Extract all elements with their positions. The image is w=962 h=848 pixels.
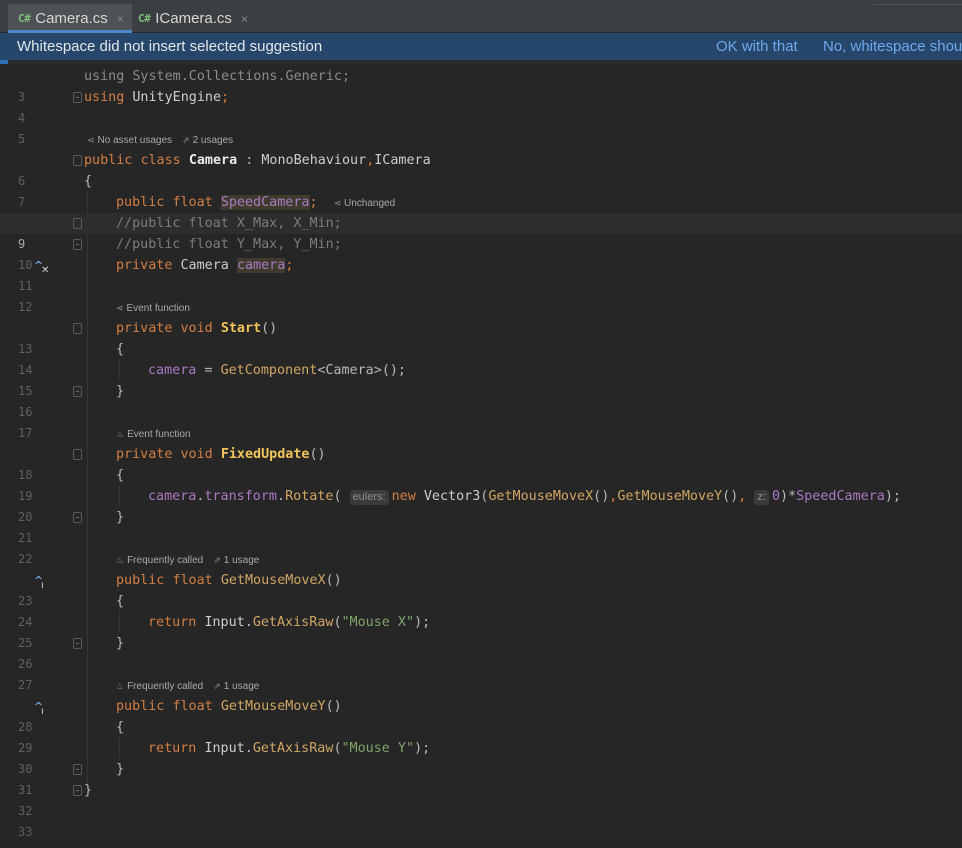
- tab-icamera-cs[interactable]: C# ICamera.cs ×: [128, 4, 256, 33]
- code-line: 18 private void FixedUpdate(): [0, 444, 962, 482]
- csharp-file-icon: C#: [18, 12, 31, 25]
- code-text: using System.Collections.Generic;: [84, 69, 351, 84]
- usages-icon: ⇗: [213, 555, 221, 565]
- line-number: 5: [18, 132, 26, 146]
- editor-tab-bar: C# Camera.cs × C# ICamera.cs ×: [0, 0, 962, 33]
- fold-marker[interactable]: [73, 386, 82, 397]
- usages-icon: ⇗: [213, 681, 221, 691]
- code-line: 4 using UnityEngine;: [0, 87, 962, 125]
- code-line: 3 using System.Collections.Generic;: [0, 66, 962, 104]
- fold-marker[interactable]: [73, 218, 82, 229]
- code-line: 10 //public float Y_Max, Y_Min;: [0, 234, 962, 272]
- code-line: 14 {: [0, 339, 962, 377]
- fold-marker[interactable]: [73, 449, 82, 460]
- code-line: 13 private void Start(): [0, 318, 962, 356]
- line-number: 17: [18, 426, 33, 440]
- close-icon[interactable]: ×: [241, 12, 248, 26]
- flame-icon: ♨: [116, 555, 125, 565]
- fold-marker[interactable]: [73, 155, 82, 166]
- unity-icon: ⋖: [333, 198, 342, 208]
- code-line: 15 camera = GetComponent<Camera>();: [0, 360, 962, 398]
- code-line: 8 public float SpeedCamera; ⋖ Unchanged: [0, 192, 962, 230]
- code-line: 17: [0, 402, 962, 440]
- code-line: 29 {: [0, 717, 962, 755]
- parameter-hint: eulers:: [349, 490, 389, 505]
- banner-message: Whitespace did not insert selected sugge…: [17, 38, 323, 55]
- code-line: 33: [0, 801, 962, 839]
- code-line: 28 ^ ı public float GetMouseMoveY(): [0, 696, 962, 734]
- code-vision-hint[interactable]: ♨ Frequently called ⇗ 1 usage: [116, 550, 259, 571]
- usages-icon: ⇗: [182, 135, 190, 145]
- fold-marker[interactable]: [73, 512, 82, 523]
- ok-with-that-link[interactable]: OK with that: [716, 38, 798, 55]
- code-line: 21 }: [0, 507, 962, 545]
- code-line-current: 9 //public float X_Max, X_Min;: [0, 213, 962, 251]
- fold-marker[interactable]: [73, 323, 82, 334]
- tab-label: ICamera.cs: [155, 10, 232, 27]
- line-number: 33: [18, 825, 33, 839]
- code-line: 12: [0, 276, 962, 314]
- parameter-hint: z:: [754, 490, 769, 505]
- line-number: 22: [18, 552, 33, 566]
- code-line: 5: [0, 108, 962, 146]
- fold-marker[interactable]: [73, 239, 82, 250]
- code-line: 6 public class Camera : MonoBehaviour,IC…: [0, 150, 962, 188]
- fold-marker[interactable]: [73, 764, 82, 775]
- close-icon[interactable]: ×: [117, 12, 124, 26]
- code-vision-hint[interactable]: ⋖ No asset usages ⇗ 2 usages: [87, 130, 233, 151]
- csharp-file-icon: C#: [138, 12, 151, 25]
- notification-banner: Whitespace did not insert selected sugge…: [0, 33, 962, 60]
- line-number: 27: [18, 678, 33, 692]
- fold-marker[interactable]: [73, 92, 82, 103]
- code-line: 16 }: [0, 381, 962, 419]
- tab-camera-cs[interactable]: C# Camera.cs ×: [8, 4, 132, 33]
- code-line: 24 {: [0, 591, 962, 629]
- code-line: 31 }: [0, 759, 962, 797]
- code-line: 7 {: [0, 171, 962, 209]
- code-line: 30 return Input.GetAxisRaw("Mouse Y");: [0, 738, 962, 776]
- flame-icon: ♨: [116, 681, 125, 691]
- fold-marker[interactable]: [73, 638, 82, 649]
- code-line: 23 ^ ı public float GetMouseMoveX(): [0, 570, 962, 608]
- flame-icon: ♨: [116, 429, 125, 439]
- code-vision-hint[interactable]: ♨ Frequently called ⇗ 1 usage: [116, 676, 259, 697]
- code-vision-hint[interactable]: ⋖ Event function: [116, 298, 190, 319]
- tab-label: Camera.cs: [35, 10, 108, 27]
- code-line: 32 }: [0, 780, 962, 818]
- code-line: 19 {: [0, 465, 962, 503]
- unity-icon: ⋖: [87, 135, 95, 145]
- code-line: 22: [0, 528, 962, 566]
- line-number: 12: [18, 300, 33, 314]
- no-whitespace-link[interactable]: No, whitespace shou: [823, 38, 962, 55]
- code-line: 20 camera.transform.Rotate( eulers: new V…: [0, 486, 962, 524]
- tabbar-divider: [873, 4, 962, 5]
- code-editor[interactable]: 3 using System.Collections.Generic; 4 us…: [0, 64, 962, 848]
- code-line: 11 ^ ✕ private Camera camera;: [0, 255, 962, 293]
- code-line: 27: [0, 654, 962, 692]
- code-line: 25 return Input.GetAxisRaw("Mouse X");: [0, 612, 962, 650]
- unity-icon: ⋖: [116, 303, 124, 313]
- code-vision-hint[interactable]: ♨ Event function: [116, 424, 190, 445]
- fold-marker[interactable]: [73, 785, 82, 796]
- code-line: 26 }: [0, 633, 962, 671]
